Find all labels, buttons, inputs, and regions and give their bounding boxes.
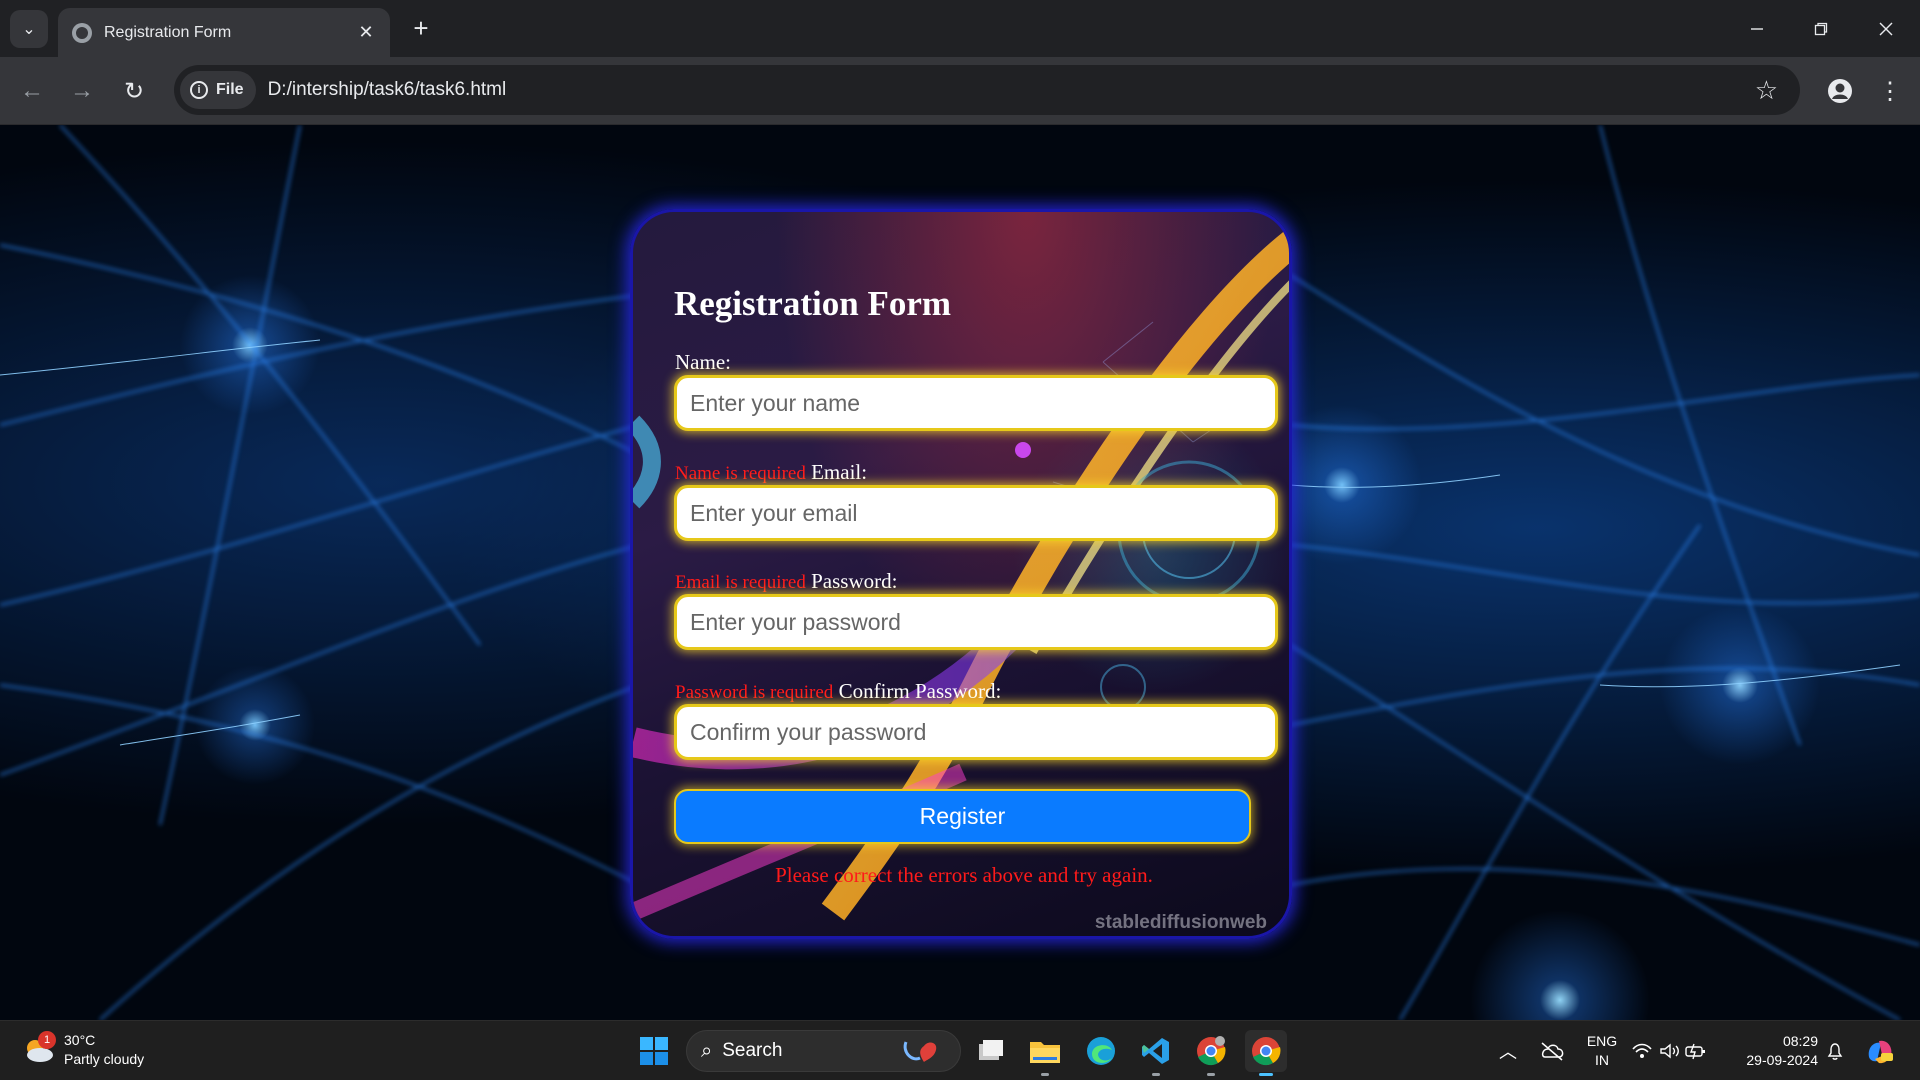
minimize-button[interactable] bbox=[1737, 10, 1777, 48]
minimize-icon bbox=[1751, 28, 1763, 30]
close-window-button[interactable] bbox=[1866, 10, 1906, 48]
search-icon: ⌕ bbox=[701, 1039, 713, 1062]
form-error-message: Please correct the errors above and try … bbox=[775, 863, 1153, 887]
chrome-icon bbox=[1252, 1037, 1281, 1066]
close-icon bbox=[1879, 22, 1893, 36]
info-icon: i bbox=[190, 81, 208, 99]
back-button[interactable]: ← bbox=[14, 73, 50, 109]
site-chip-label: File bbox=[216, 81, 244, 98]
taskbar-search[interactable]: ⌕ Search bbox=[686, 1030, 961, 1072]
forward-button[interactable]: → bbox=[64, 73, 100, 109]
confirm-row-label: Password is required Confirm Password: bbox=[675, 679, 1001, 704]
search-highlight-icon bbox=[903, 1041, 937, 1062]
email-row-label: Name is required Email: bbox=[675, 460, 867, 485]
reload-button[interactable]: ↻ bbox=[116, 73, 152, 109]
profile-icon bbox=[1828, 79, 1852, 103]
weather-description: Partly cloudy bbox=[64, 1051, 145, 1067]
chevron-up-icon: ︿ bbox=[1499, 1042, 1517, 1062]
vscode-icon bbox=[1142, 1038, 1169, 1064]
notification-bell-icon bbox=[1827, 1043, 1843, 1060]
active-indicator bbox=[1259, 1073, 1273, 1076]
restore-button[interactable] bbox=[1801, 10, 1841, 48]
edge-button[interactable] bbox=[1080, 1030, 1122, 1072]
task-view-button[interactable] bbox=[970, 1030, 1012, 1072]
email-error-message: Email is required bbox=[675, 572, 806, 593]
running-indicator bbox=[1041, 1073, 1049, 1076]
tab-bar: ⌄ Registration Form ✕ + bbox=[0, 0, 1920, 57]
registration-card: Registration Form Name: Name is required… bbox=[630, 209, 1292, 939]
taskbar: 1 30°C Partly cloudy ⌕ Search ︿ ENG IN 0… bbox=[0, 1020, 1920, 1080]
weather-temperature: 30°C bbox=[64, 1032, 96, 1048]
menu-button[interactable]: ⋮ bbox=[1872, 73, 1908, 109]
language-code: ENG bbox=[1586, 1033, 1618, 1049]
reload-icon: ↻ bbox=[123, 77, 145, 105]
weather-alert-badge: 1 bbox=[38, 1031, 56, 1049]
running-indicator bbox=[1152, 1073, 1160, 1076]
chrome-profile-button[interactable] bbox=[1190, 1030, 1232, 1076]
globe-icon bbox=[72, 22, 92, 43]
password-label: Password: bbox=[811, 569, 898, 593]
battery-charging-icon bbox=[1685, 1043, 1705, 1060]
bookmark-star-icon[interactable]: ☆ bbox=[1755, 75, 1778, 106]
show-hidden-icons-button[interactable]: ︿ bbox=[1492, 1030, 1524, 1072]
profile-button[interactable] bbox=[1822, 73, 1858, 109]
more-vert-icon: ⋮ bbox=[1878, 77, 1902, 105]
site-info-chip[interactable]: i File bbox=[180, 71, 256, 109]
register-button[interactable]: Register bbox=[674, 789, 1251, 844]
running-indicator bbox=[1207, 1073, 1215, 1076]
arrow-left-icon: ← bbox=[20, 77, 44, 104]
partly-cloudy-icon: 1 bbox=[22, 1031, 56, 1065]
browser-toolbar: ← → ↻ i File D:/intership/task6/task6.ht… bbox=[0, 57, 1920, 125]
tab-search-button[interactable]: ⌄ bbox=[10, 10, 48, 48]
cloud-offline-icon bbox=[1541, 1042, 1564, 1061]
restore-icon bbox=[1814, 22, 1828, 36]
name-error-message: Name is required bbox=[675, 463, 806, 484]
page-viewport: Registration Form Name: Name is required… bbox=[0, 125, 1920, 1020]
email-label: Email: bbox=[811, 460, 868, 484]
close-tab-icon[interactable]: ✕ bbox=[356, 22, 376, 43]
start-button[interactable] bbox=[633, 1030, 675, 1072]
weather-widget[interactable]: 1 30°C Partly cloudy bbox=[22, 1031, 144, 1069]
confirm-password-label: Confirm Password: bbox=[838, 679, 1002, 703]
onedrive-button[interactable] bbox=[1532, 1030, 1572, 1072]
region-code: IN bbox=[1595, 1052, 1609, 1068]
copilot-icon bbox=[1868, 1040, 1893, 1064]
tab-title: Registration Form bbox=[104, 23, 232, 41]
search-label: Search bbox=[722, 1040, 783, 1061]
password-error-message: Password is required bbox=[675, 682, 834, 703]
file-explorer-button[interactable] bbox=[1024, 1030, 1066, 1076]
clock-time: 08:29 bbox=[1782, 1033, 1818, 1049]
new-tab-button[interactable]: + bbox=[405, 12, 437, 44]
name-input[interactable] bbox=[674, 375, 1278, 431]
clock-date: 29-09-2024 bbox=[1746, 1052, 1818, 1068]
email-input[interactable] bbox=[674, 485, 1278, 541]
password-input[interactable] bbox=[674, 594, 1278, 650]
clock[interactable]: 08:29 29-09-2024 bbox=[1730, 1032, 1818, 1070]
watermark: stablediffusionweb bbox=[1094, 912, 1267, 933]
edge-icon bbox=[1087, 1037, 1115, 1065]
tab-registration-form[interactable]: Registration Form ✕ bbox=[58, 8, 390, 57]
task-view-icon bbox=[979, 1040, 1003, 1060]
windows-icon bbox=[640, 1037, 668, 1065]
folder-icon bbox=[1030, 1042, 1060, 1063]
copilot-button[interactable] bbox=[1858, 1030, 1902, 1072]
url-text[interactable]: D:/intership/task6/task6.html bbox=[268, 79, 1755, 101]
volume-icon bbox=[1660, 1043, 1679, 1059]
quick-settings-button[interactable] bbox=[1629, 1030, 1709, 1072]
form-title: Registration Form bbox=[674, 284, 952, 323]
chrome-active-button[interactable] bbox=[1245, 1030, 1287, 1076]
notifications-button[interactable] bbox=[1818, 1030, 1852, 1072]
vscode-button[interactable] bbox=[1135, 1030, 1177, 1076]
chevron-down-icon: ⌄ bbox=[22, 21, 36, 38]
arrow-right-icon: → bbox=[70, 77, 94, 104]
wifi-icon bbox=[1632, 1043, 1652, 1058]
address-bar[interactable]: i File D:/intership/task6/task6.html ☆ bbox=[174, 65, 1800, 115]
name-label: Name: bbox=[675, 350, 731, 374]
password-row-label: Email is required Password: bbox=[675, 569, 897, 594]
confirm-password-input[interactable] bbox=[674, 704, 1278, 760]
chrome-icon bbox=[1197, 1036, 1226, 1066]
language-indicator[interactable]: ENG IN bbox=[1584, 1032, 1620, 1070]
